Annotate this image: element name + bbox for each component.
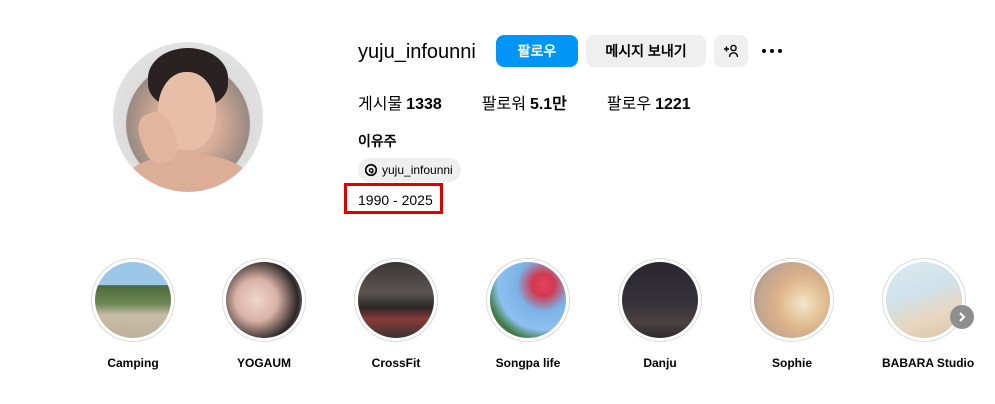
highlight-thumb: [226, 262, 302, 338]
highlight-item[interactable]: CrossFit: [354, 258, 438, 371]
highlight-label: Danju: [643, 356, 677, 370]
followers-count[interactable]: 팔로워 5.1만: [482, 95, 567, 115]
highlight-thumb: [95, 262, 171, 338]
posts-count: 게시물 1338: [358, 95, 442, 115]
highlight-item[interactable]: Camping: [91, 258, 175, 371]
profile-stats: 게시물 1338 팔로워 5.1만 팔로우 1221: [358, 95, 731, 115]
highlight-label: Songpa life: [495, 356, 561, 370]
chevron-right-icon: [959, 312, 966, 322]
highlight-label: Sophie: [771, 356, 812, 370]
highlight-item[interactable]: Songpa life: [486, 258, 570, 371]
highlight-item[interactable]: Danju: [618, 258, 702, 371]
suggest-users-button[interactable]: [714, 35, 748, 67]
highlight-thumb: [358, 262, 434, 338]
following-count[interactable]: 팔로우 1221: [607, 95, 691, 115]
followers-value: 5.1만: [529, 96, 567, 113]
profile-full-name: 이유주: [358, 133, 397, 149]
highlight-ring: [91, 258, 175, 342]
highlight-ring: [486, 258, 570, 342]
highlight-label: BABARA Studio: [882, 356, 975, 370]
highlights-next-button[interactable]: [950, 305, 974, 329]
profile-avatar[interactable]: [113, 42, 263, 192]
message-button[interactable]: 메시지 보내기: [586, 35, 706, 67]
highlight-thumb: [886, 262, 962, 338]
highlight-label: CrossFit: [371, 356, 421, 370]
highlight-ring: [222, 258, 306, 342]
highlight-annotation-box: [344, 183, 443, 214]
highlight-thumb: [490, 262, 566, 338]
following-label: 팔로우: [606, 96, 652, 113]
highlight-thumb: [754, 262, 830, 338]
follow-button[interactable]: 팔로우: [496, 35, 578, 67]
avatar-shoulder: [123, 154, 253, 192]
profile-username: yuju_infounni: [358, 41, 476, 63]
highlight-item[interactable]: Sophie: [750, 258, 834, 371]
following-value: 1221: [655, 96, 691, 113]
threads-badge[interactable]: yuju_infounni: [358, 158, 461, 182]
highlight-ring: [750, 258, 834, 342]
posts-label: 게시물: [358, 96, 403, 113]
threads-icon: [364, 163, 378, 177]
highlight-item[interactable]: YOGAUM: [222, 258, 306, 371]
highlight-ring: [618, 258, 702, 342]
more-options-icon[interactable]: [760, 40, 784, 62]
highlight-label: YOGAUM: [237, 356, 291, 370]
highlight-thumb: [622, 262, 698, 338]
highlight-ring: [882, 258, 966, 342]
followers-label: 팔로워: [481, 96, 526, 113]
highlight-ring: [354, 258, 438, 342]
threads-handle: yuju_infounni: [382, 163, 453, 177]
add-user-icon: [724, 44, 739, 58]
highlight-label: Camping: [107, 356, 159, 370]
posts-value: 1338: [406, 96, 442, 113]
